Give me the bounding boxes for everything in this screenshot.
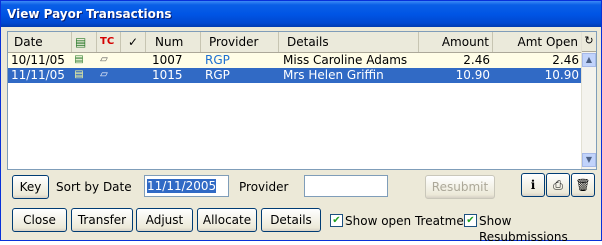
row-num: 1015 (152, 68, 183, 82)
show-open-treatment-label: Show open Treatment (345, 214, 477, 228)
show-resubmissions-label: Show Resubmissions (479, 214, 568, 244)
print-icon: ⎙ (553, 178, 563, 192)
refresh-icon[interactable]: ↻ (582, 32, 596, 52)
grid-header: Date ▤ TC ✓ Num Provider Details Amount … (8, 32, 582, 53)
close-button[interactable]: Close (12, 208, 67, 232)
show-resubmissions-checkbox[interactable]: ✔ (464, 214, 477, 227)
provider-label: Provider (239, 180, 289, 194)
document-icon: ▤ (74, 54, 84, 65)
window-title: View Payor Transactions (7, 7, 172, 21)
col-header-amount[interactable]: Amount (419, 32, 493, 52)
row-amt-open: 10.90 (544, 68, 579, 82)
transactions-grid[interactable]: Date ▤ TC ✓ Num Provider Details Amount … (7, 31, 597, 170)
row-date: 10/11/05 (11, 53, 65, 67)
resubmit-button[interactable]: Resubmit (425, 175, 495, 199)
col-header-num[interactable]: Num (146, 32, 201, 52)
col-header-details[interactable]: Details (279, 32, 419, 52)
sort-label: Sort by Date (56, 180, 132, 194)
col-header-check[interactable]: ✓ (121, 32, 146, 52)
title-bar[interactable]: View Payor Transactions (1, 1, 601, 27)
date-field[interactable]: 11/11/2005 (144, 175, 229, 197)
col-header-tc[interactable]: TC (97, 32, 121, 52)
col-header-amt-open[interactable]: Amt Open (493, 32, 582, 52)
row-details: Miss Caroline Adams (283, 53, 408, 67)
col-header-provider[interactable]: Provider (201, 32, 279, 52)
row-details: Mrs Helen Griffin (283, 68, 384, 82)
row-amount: 2.46 (463, 53, 490, 67)
delete-button[interactable]: 🗑 (571, 173, 595, 197)
folder-icon: ▱ (100, 54, 108, 65)
adjust-button[interactable]: Adjust (136, 208, 193, 232)
vertical-scrollbar[interactable]: ↻ ▲ ▼ (581, 32, 596, 169)
show-open-treatment-checkbox[interactable]: ✔ (330, 214, 343, 227)
row-amount: 10.90 (455, 68, 490, 82)
provider-field[interactable] (304, 175, 388, 197)
print-button[interactable]: ⎙ (546, 173, 570, 197)
document-icon: ▤ (74, 69, 84, 80)
col-header-date[interactable]: Date (8, 32, 72, 52)
date-field-value: 11/11/2005 (147, 179, 217, 193)
info-button[interactable]: i (521, 173, 545, 197)
key-button[interactable]: Key (12, 175, 49, 199)
document-icon: ▤ (75, 35, 87, 49)
row-num: 1007 (152, 53, 183, 67)
trash-icon: 🗑 (575, 178, 591, 192)
details-button[interactable]: Details (261, 208, 321, 232)
allocate-button[interactable]: Allocate (197, 208, 257, 232)
row-provider: RGP (205, 68, 230, 82)
transfer-button[interactable]: Transfer (71, 208, 133, 232)
view-payor-transactions-window: View Payor Transactions Date ▤ TC ✓ Num … (0, 0, 602, 244)
table-row[interactable]: 11/11/05 ▤ ▱ 1015 RGP Mrs Helen Griffin … (8, 68, 582, 83)
folder-icon: ▱ (100, 69, 108, 80)
row-date: 11/11/05 (11, 68, 65, 82)
info-icon: i (530, 178, 536, 192)
row-amt-open: 2.46 (552, 53, 579, 67)
table-row[interactable]: 10/11/05 ▤ ▱ 1007 RGP Miss Caroline Adam… (8, 53, 582, 68)
scroll-down-icon[interactable]: ▼ (582, 153, 596, 167)
row-provider: RGP (205, 53, 230, 67)
scroll-up-icon[interactable]: ▲ (582, 53, 596, 67)
col-header-document[interactable]: ▤ (72, 32, 97, 52)
